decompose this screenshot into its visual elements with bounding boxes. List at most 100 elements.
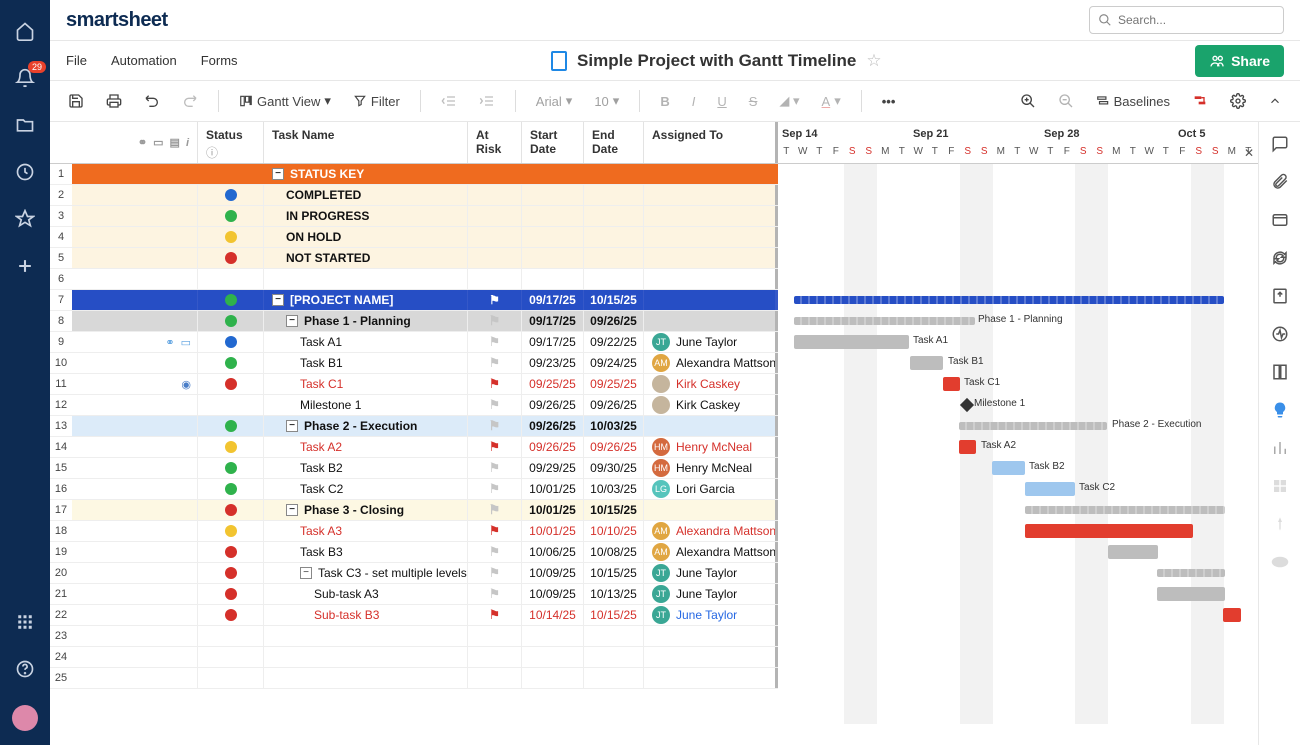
start-date[interactable] bbox=[522, 269, 584, 289]
table-row[interactable]: NOT STARTED bbox=[72, 248, 778, 269]
flag-icon[interactable]: ⚑ bbox=[489, 460, 501, 476]
table-row[interactable] bbox=[72, 626, 778, 647]
row-number[interactable]: 18 bbox=[50, 521, 72, 542]
expand-icon[interactable]: − bbox=[272, 294, 284, 306]
start-date[interactable] bbox=[522, 647, 584, 667]
start-date[interactable] bbox=[522, 206, 584, 226]
expand-icon[interactable]: − bbox=[286, 504, 298, 516]
end-date[interactable]: 10/03/25 bbox=[584, 479, 644, 499]
row-number[interactable]: 1 bbox=[50, 164, 72, 185]
expand-icon[interactable]: − bbox=[300, 567, 312, 579]
table-row[interactable]: ◉Task C1⚑09/25/2509/25/25Kirk Caskey bbox=[72, 374, 778, 395]
row-number[interactable]: 13 bbox=[50, 416, 72, 437]
end-date[interactable]: 09/24/25 bbox=[584, 353, 644, 373]
italic-icon[interactable]: I bbox=[686, 90, 702, 113]
flag-icon[interactable]: ⚑ bbox=[489, 376, 501, 392]
menu-automation[interactable]: Automation bbox=[111, 53, 177, 68]
gantt-bar[interactable] bbox=[992, 461, 1025, 475]
row-number[interactable]: 17 bbox=[50, 500, 72, 521]
close-icon[interactable]: ✕ bbox=[1244, 146, 1254, 160]
table-row[interactable]: Task A2⚑09/26/2509/26/25HMHenry McNeal bbox=[72, 437, 778, 458]
col-risk[interactable]: At Risk bbox=[468, 122, 522, 163]
end-date[interactable]: 09/25/25 bbox=[584, 374, 644, 394]
collapse-icon[interactable] bbox=[1262, 90, 1288, 112]
end-date[interactable]: 10/10/25 bbox=[584, 521, 644, 541]
end-date[interactable]: 09/26/25 bbox=[584, 437, 644, 457]
start-date[interactable] bbox=[522, 248, 584, 268]
workload-icon[interactable] bbox=[1270, 438, 1290, 458]
start-date[interactable]: 10/09/25 bbox=[522, 584, 584, 604]
settings-icon[interactable] bbox=[1224, 89, 1252, 113]
start-date[interactable]: 09/29/25 bbox=[522, 458, 584, 478]
col-assignee[interactable]: Assigned To bbox=[644, 122, 778, 163]
filter-button[interactable]: Filter bbox=[347, 90, 406, 113]
undo-icon[interactable] bbox=[138, 89, 166, 113]
table-row[interactable]: Task A3⚑10/01/2510/10/25AMAlexandra Matt… bbox=[72, 521, 778, 542]
proofs-icon[interactable] bbox=[1270, 210, 1290, 230]
proof-icon[interactable]: ▤ bbox=[170, 136, 180, 149]
flag-icon[interactable]: ⚑ bbox=[489, 481, 501, 497]
start-date[interactable]: 09/26/25 bbox=[522, 437, 584, 457]
gantt-bar[interactable] bbox=[959, 422, 1107, 430]
table-row[interactable]: −STATUS KEY bbox=[72, 164, 778, 185]
home-icon[interactable] bbox=[14, 20, 36, 42]
gantt-bar[interactable] bbox=[794, 296, 1224, 304]
gantt-bar[interactable] bbox=[794, 335, 909, 349]
end-date[interactable] bbox=[584, 206, 644, 226]
search-input[interactable] bbox=[1118, 13, 1275, 27]
view-switcher[interactable]: Gantt View ▾ bbox=[233, 89, 337, 113]
gantt-bar[interactable] bbox=[1157, 569, 1225, 577]
proof-icon[interactable]: ◉ bbox=[181, 378, 191, 391]
more-icon[interactable]: ••• bbox=[876, 90, 902, 113]
gantt-bar[interactable] bbox=[1223, 608, 1241, 622]
row-number[interactable]: 7 bbox=[50, 290, 72, 311]
start-date[interactable]: 10/01/25 bbox=[522, 479, 584, 499]
browse-icon[interactable] bbox=[14, 114, 36, 136]
attachment-icon[interactable]: ⚭ bbox=[138, 136, 147, 149]
flag-icon[interactable]: ⚑ bbox=[489, 334, 501, 350]
redo-icon[interactable] bbox=[176, 89, 204, 113]
zoom-in-icon[interactable] bbox=[1014, 89, 1042, 113]
end-date[interactable] bbox=[584, 185, 644, 205]
row-number[interactable]: 20 bbox=[50, 563, 72, 584]
col-end[interactable]: End Date bbox=[584, 122, 644, 163]
row-number[interactable]: 19 bbox=[50, 542, 72, 563]
table-row[interactable]: ⚭▭Task A1⚑09/17/2509/22/25JTJune Taylor bbox=[72, 332, 778, 353]
start-date[interactable] bbox=[522, 164, 584, 184]
row-number[interactable]: 6 bbox=[50, 269, 72, 290]
col-start[interactable]: Start Date bbox=[522, 122, 584, 163]
save-icon[interactable] bbox=[62, 89, 90, 113]
gantt-bar[interactable] bbox=[910, 356, 943, 370]
baselines-button[interactable]: Baselines bbox=[1090, 90, 1176, 113]
summary-icon[interactable] bbox=[1270, 362, 1290, 382]
flag-icon[interactable]: ⚑ bbox=[489, 313, 501, 329]
comments-icon[interactable]: ▭ bbox=[153, 136, 163, 149]
table-row[interactable]: COMPLETED bbox=[72, 185, 778, 206]
expand-icon[interactable]: − bbox=[272, 168, 284, 180]
table-row[interactable] bbox=[72, 668, 778, 689]
row-number[interactable]: 15 bbox=[50, 458, 72, 479]
start-date[interactable] bbox=[522, 185, 584, 205]
table-row[interactable]: Task B1⚑09/23/2509/24/25AMAlexandra Matt… bbox=[72, 353, 778, 374]
start-date[interactable]: 09/17/25 bbox=[522, 332, 584, 352]
flag-icon[interactable]: ⚑ bbox=[489, 607, 501, 623]
row-number[interactable]: 11 bbox=[50, 374, 72, 395]
table-row[interactable]: −Phase 1 - Planning⚑09/17/2509/26/25 bbox=[72, 311, 778, 332]
help-icon[interactable] bbox=[14, 658, 36, 680]
favorite-star-icon[interactable]: ☆ bbox=[866, 51, 881, 71]
flag-icon[interactable]: ⚑ bbox=[489, 544, 501, 560]
publish-icon[interactable] bbox=[1270, 286, 1290, 306]
text-color-icon[interactable]: A ▾ bbox=[816, 89, 847, 113]
gantt-bar[interactable] bbox=[1108, 545, 1158, 559]
gantt-bar[interactable] bbox=[794, 317, 975, 325]
end-date[interactable]: 10/15/25 bbox=[584, 500, 644, 520]
gantt-bar[interactable] bbox=[1025, 506, 1225, 514]
end-date[interactable]: 10/15/25 bbox=[584, 605, 644, 625]
start-date[interactable] bbox=[522, 668, 584, 688]
table-row[interactable]: Sub-task B3⚑10/14/2510/15/25JTJune Taylo… bbox=[72, 605, 778, 626]
flag-icon[interactable]: ⚑ bbox=[489, 502, 501, 518]
start-date[interactable]: 09/17/25 bbox=[522, 290, 584, 310]
row-number[interactable]: 5 bbox=[50, 248, 72, 269]
table-row[interactable]: −Task C3 - set multiple levels⚑10/09/251… bbox=[72, 563, 778, 584]
zoom-out-icon[interactable] bbox=[1052, 89, 1080, 113]
